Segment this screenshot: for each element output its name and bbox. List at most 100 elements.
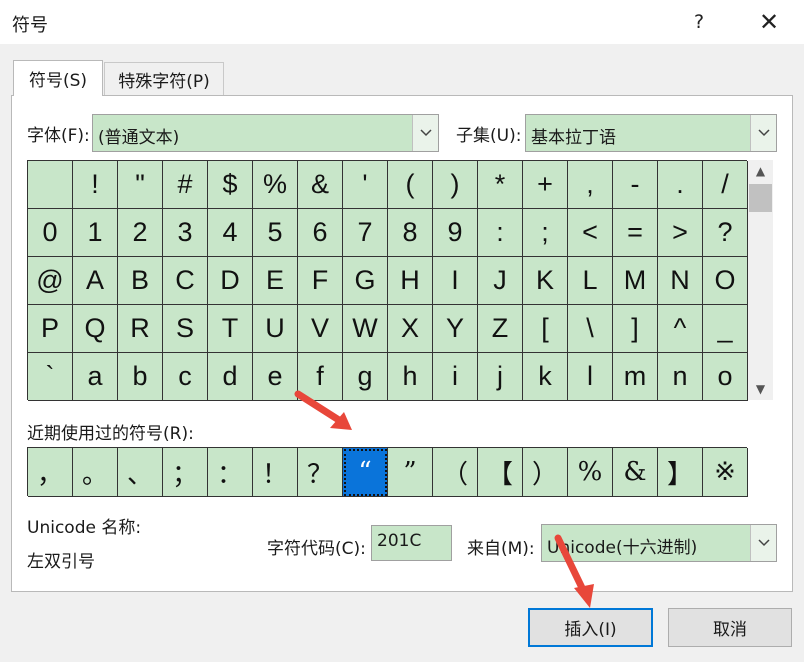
symbol-cell[interactable]: a xyxy=(73,353,118,401)
symbol-cell[interactable]: ' xyxy=(343,161,388,209)
recent-symbol[interactable]: ） xyxy=(523,448,568,497)
insert-button[interactable]: 插入(I) xyxy=(528,608,653,647)
cancel-button[interactable]: 取消 xyxy=(668,608,792,647)
symbol-cell[interactable]: 9 xyxy=(433,209,478,257)
recent-symbol[interactable]: ， xyxy=(28,448,73,497)
symbol-cell[interactable]: D xyxy=(208,257,253,305)
symbol-cell[interactable]: j xyxy=(478,353,523,401)
symbol-cell[interactable]: , xyxy=(568,161,613,209)
symbol-cell[interactable]: d xyxy=(208,353,253,401)
symbol-cell[interactable]: n xyxy=(658,353,703,401)
symbol-cell[interactable]: i xyxy=(433,353,478,401)
symbol-cell[interactable]: - xyxy=(613,161,658,209)
symbol-cell[interactable]: o xyxy=(703,353,748,401)
recent-symbol[interactable]: 。 xyxy=(73,448,118,497)
symbol-cell[interactable]: 6 xyxy=(298,209,343,257)
font-dropdown[interactable]: (普通文本) xyxy=(92,114,439,152)
symbol-cell[interactable]: : xyxy=(478,209,523,257)
recent-symbol[interactable]: 【 xyxy=(478,448,523,497)
symbol-cell[interactable]: 7 xyxy=(343,209,388,257)
close-button[interactable]: ✕ xyxy=(752,6,786,38)
symbol-cell[interactable]: Z xyxy=(478,305,523,353)
symbol-cell[interactable]: g xyxy=(343,353,388,401)
symbol-cell[interactable]: G xyxy=(343,257,388,305)
recent-symbol[interactable]: % xyxy=(568,448,613,497)
symbol-cell[interactable]: + xyxy=(523,161,568,209)
symbol-cell[interactable]: _ xyxy=(703,305,748,353)
scroll-thumb[interactable] xyxy=(749,184,772,212)
symbol-cell[interactable]: E xyxy=(253,257,298,305)
symbol-cell[interactable]: & xyxy=(298,161,343,209)
symbol-cell[interactable]: l xyxy=(568,353,613,401)
symbol-grid-scrollbar[interactable]: ▲ ▼ xyxy=(748,160,773,400)
char-code-input[interactable]: 201C xyxy=(371,525,452,561)
symbol-cell[interactable]: 5 xyxy=(253,209,298,257)
symbol-cell[interactable]: ) xyxy=(433,161,478,209)
symbol-cell[interactable]: L xyxy=(568,257,613,305)
symbol-cell[interactable]: J xyxy=(478,257,523,305)
from-dropdown[interactable]: Unicode(十六进制) xyxy=(541,524,777,562)
recent-symbol[interactable]: ； xyxy=(163,448,208,497)
symbol-cell[interactable]: K xyxy=(523,257,568,305)
symbol-cell[interactable]: < xyxy=(568,209,613,257)
symbol-cell[interactable]: T xyxy=(208,305,253,353)
symbol-cell[interactable]: / xyxy=(703,161,748,209)
recent-symbol[interactable]: （ xyxy=(433,448,478,497)
symbol-cell[interactable]: ( xyxy=(388,161,433,209)
symbol-cell[interactable]: [ xyxy=(523,305,568,353)
symbol-cell[interactable]: 3 xyxy=(163,209,208,257)
recent-symbol[interactable]: & xyxy=(613,448,658,497)
recent-symbol[interactable]: ” xyxy=(388,448,433,497)
symbol-cell[interactable]: ` xyxy=(28,353,73,401)
symbol-cell[interactable]: f xyxy=(298,353,343,401)
symbol-cell[interactable]: X xyxy=(388,305,433,353)
symbol-cell[interactable]: H xyxy=(388,257,433,305)
symbol-cell[interactable]: " xyxy=(118,161,163,209)
symbol-cell[interactable]: . xyxy=(658,161,703,209)
chevron-down-icon[interactable] xyxy=(750,525,776,561)
recent-symbol-selected[interactable]: “ xyxy=(343,448,388,497)
symbol-cell[interactable]: R xyxy=(118,305,163,353)
symbol-cell[interactable]: B xyxy=(118,257,163,305)
symbol-cell[interactable]: 1 xyxy=(73,209,118,257)
chevron-down-icon[interactable] xyxy=(750,115,776,151)
symbol-cell[interactable]: Q xyxy=(73,305,118,353)
symbol-cell[interactable]: U xyxy=(253,305,298,353)
symbol-cell[interactable]: ] xyxy=(613,305,658,353)
recent-symbol[interactable]: ： xyxy=(208,448,253,497)
symbol-cell[interactable]: 8 xyxy=(388,209,433,257)
symbol-cell[interactable]: 2 xyxy=(118,209,163,257)
recent-symbol[interactable]: 、 xyxy=(118,448,163,497)
symbol-cell[interactable]: > xyxy=(658,209,703,257)
symbol-cell[interactable] xyxy=(28,161,73,209)
symbol-cell[interactable]: ; xyxy=(523,209,568,257)
symbol-cell[interactable]: h xyxy=(388,353,433,401)
recent-symbol[interactable]: ！ xyxy=(253,448,298,497)
symbol-cell[interactable]: ! xyxy=(73,161,118,209)
symbol-cell[interactable]: V xyxy=(298,305,343,353)
symbol-cell[interactable]: C xyxy=(163,257,208,305)
symbol-cell[interactable]: ? xyxy=(703,209,748,257)
tab-symbols[interactable]: 符号(S) xyxy=(13,60,103,96)
recent-symbol[interactable]: 】 xyxy=(658,448,703,497)
symbol-cell[interactable]: 4 xyxy=(208,209,253,257)
chevron-down-icon[interactable] xyxy=(412,115,438,151)
symbol-cell[interactable]: S xyxy=(163,305,208,353)
symbol-cell[interactable]: $ xyxy=(208,161,253,209)
symbol-cell[interactable]: 0 xyxy=(28,209,73,257)
symbol-cell[interactable]: e xyxy=(253,353,298,401)
symbol-cell[interactable]: F xyxy=(298,257,343,305)
help-button[interactable]: ? xyxy=(684,6,714,38)
symbol-cell[interactable]: O xyxy=(703,257,748,305)
scroll-down-icon[interactable]: ▼ xyxy=(748,378,773,400)
symbol-cell[interactable]: b xyxy=(118,353,163,401)
symbol-cell[interactable]: Y xyxy=(433,305,478,353)
subset-dropdown[interactable]: 基本拉丁语 xyxy=(525,114,777,152)
recent-symbol[interactable]: ※ xyxy=(703,448,748,497)
symbol-cell[interactable]: A xyxy=(73,257,118,305)
symbol-cell[interactable]: % xyxy=(253,161,298,209)
symbol-cell[interactable]: M xyxy=(613,257,658,305)
symbol-cell[interactable]: W xyxy=(343,305,388,353)
symbol-cell[interactable]: m xyxy=(613,353,658,401)
symbol-cell[interactable]: I xyxy=(433,257,478,305)
